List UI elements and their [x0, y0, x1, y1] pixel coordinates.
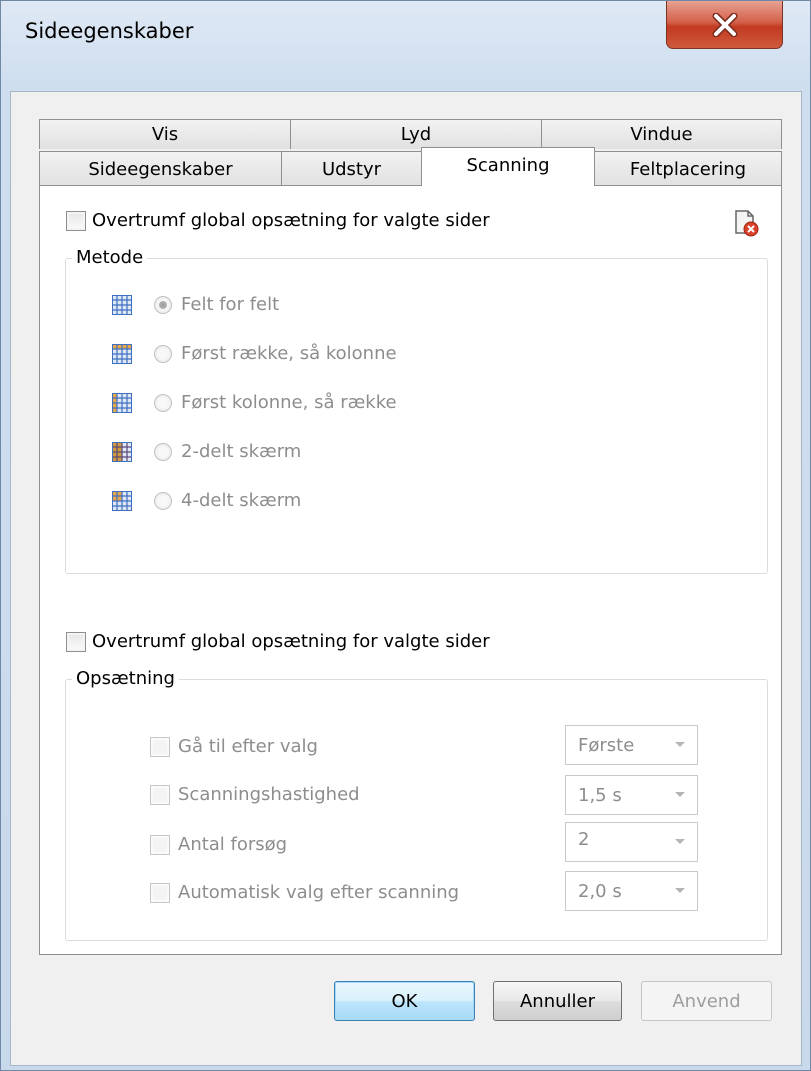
scanning-tab-panel: Overtrumf global opsætning for valgte si…: [39, 185, 782, 955]
page-delete-icon[interactable]: [733, 209, 759, 237]
two-split-radio[interactable]: [154, 442, 172, 461]
auto-select-dropdown[interactable]: 2,0 s: [565, 871, 698, 911]
grid-split4-icon: [112, 490, 132, 511]
tab-sideegenskaber[interactable]: Sideegenskaber: [39, 151, 282, 186]
column-then-row-radio[interactable]: [154, 393, 172, 412]
method-option-label: Først kolonne, så række: [181, 392, 397, 413]
close-icon: [712, 12, 737, 37]
setup-group-title: Opsætning: [72, 668, 179, 689]
setup-override-checkbox-row[interactable]: Overtrumf global opsætning for valgte si…: [66, 631, 490, 652]
scan-speed-checkbox[interactable]: [150, 784, 170, 805]
close-button[interactable]: [666, 1, 783, 49]
goto-after-dropdown[interactable]: Første: [565, 725, 698, 765]
dialog-window: Sideegenskaber Vis Lyd Vindue Sideegensk…: [0, 0, 811, 1071]
window-title: Sideegenskaber: [25, 19, 194, 43]
tab-label: Sideegenskaber: [88, 158, 233, 180]
setting-row-auto-select[interactable]: Automatisk valg efter scanning: [150, 882, 459, 903]
method-option-label: 4-delt skærm: [181, 490, 302, 511]
dropdown-value: 1,5 s: [578, 784, 622, 806]
tab-label: Scanning: [466, 155, 550, 176]
apply-button-label: Anvend: [672, 990, 741, 1012]
setting-label: Antal forsøg: [178, 834, 288, 855]
dropdown-value: 2,0 s: [578, 880, 622, 902]
method-override-checkbox-row[interactable]: Overtrumf global opsætning for valgte si…: [66, 210, 490, 231]
grid-row-icon: [112, 343, 132, 364]
tab-label: Feltplacering: [629, 158, 747, 180]
setting-row-scan-speed[interactable]: Scanningshastighed: [150, 784, 360, 805]
felt-for-felt-radio[interactable]: [154, 295, 172, 314]
method-option-label: Først række, så kolonne: [181, 343, 397, 364]
tab-udstyr[interactable]: Udstyr: [281, 151, 422, 186]
tab-label: Vis: [151, 124, 179, 145]
tab-label: Vindue: [630, 124, 693, 145]
chevron-down-icon: [675, 792, 685, 797]
setting-label: Gå til efter valg: [178, 736, 318, 757]
cancel-button-label: Annuller: [519, 990, 595, 1012]
row-then-column-radio[interactable]: [154, 344, 172, 363]
setup-override-label: Overtrumf global opsætning for valgte si…: [92, 631, 490, 652]
method-group-title: Metode: [72, 247, 148, 268]
auto-select-checkbox[interactable]: [150, 882, 170, 903]
goto-after-checkbox[interactable]: [150, 736, 170, 757]
chevron-down-icon: [675, 839, 685, 844]
grid-split2-icon: [112, 441, 132, 462]
method-option-label: Felt for felt: [181, 294, 280, 315]
method-option-4-split[interactable]: 4-delt skærm: [112, 490, 301, 511]
tab-lyd[interactable]: Lyd: [290, 119, 542, 149]
method-override-checkbox[interactable]: [66, 210, 86, 231]
attempts-checkbox[interactable]: [150, 834, 170, 855]
tab-vis[interactable]: Vis: [39, 119, 291, 149]
setting-label: Scanningshastighed: [178, 784, 360, 805]
grid-column-icon: [112, 392, 132, 413]
grid-blue-icon: [112, 294, 132, 315]
tab-label: Udstyr: [321, 158, 382, 180]
method-option-column-first[interactable]: Først kolonne, så række: [112, 392, 397, 413]
tab-vindue[interactable]: Vindue: [541, 119, 782, 149]
method-override-label: Overtrumf global opsætning for valgte si…: [92, 210, 490, 231]
four-split-radio[interactable]: [154, 491, 172, 510]
setting-row-attempts[interactable]: Antal forsøg: [150, 834, 287, 855]
method-option-felt-for-felt[interactable]: Felt for felt: [112, 294, 279, 315]
scan-speed-dropdown[interactable]: 1,5 s: [565, 775, 698, 815]
tab-scanning[interactable]: Scanning: [421, 147, 595, 186]
tab-label: Lyd: [400, 124, 432, 145]
apply-button[interactable]: Anvend: [641, 981, 772, 1021]
chevron-down-icon: [675, 742, 685, 747]
dialog-client-area: Vis Lyd Vindue Sideegenskaber Udstyr Sca…: [10, 91, 802, 1066]
setting-label: Automatisk valg efter scanning: [178, 882, 460, 903]
chevron-down-icon: [675, 888, 685, 893]
title-bar[interactable]: Sideegenskaber: [1, 1, 810, 91]
method-option-2-split[interactable]: 2-delt skærm: [112, 441, 301, 462]
dropdown-value: 2: [578, 829, 590, 850]
cancel-button[interactable]: Annuller: [493, 981, 622, 1021]
setup-override-checkbox[interactable]: [66, 631, 86, 652]
method-option-label: 2-delt skærm: [181, 441, 302, 462]
ok-button-label: OK: [391, 990, 418, 1012]
attempts-dropdown[interactable]: 2: [565, 822, 698, 862]
method-option-row-first[interactable]: Først række, så kolonne: [112, 343, 397, 364]
ok-button[interactable]: OK: [334, 981, 475, 1021]
dropdown-value: Første: [578, 734, 635, 756]
tab-feltplacering[interactable]: Feltplacering: [594, 151, 782, 186]
setting-row-goto-after[interactable]: Gå til efter valg: [150, 736, 318, 757]
